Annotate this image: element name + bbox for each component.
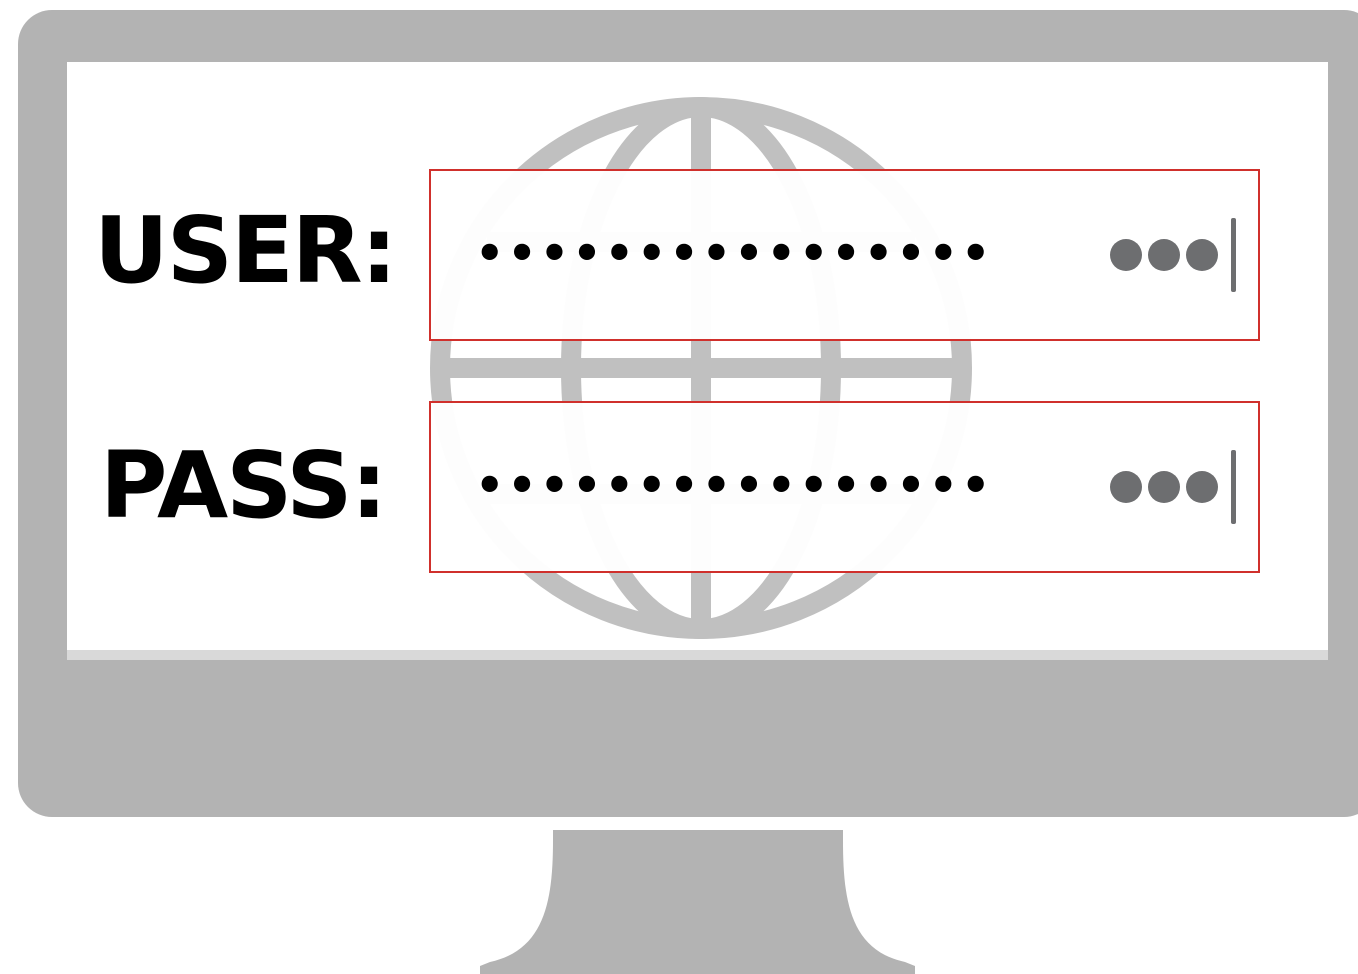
more-dots-icon (1110, 471, 1218, 503)
user-label: USER: (94, 197, 397, 304)
pass-label: PASS: (100, 432, 387, 539)
login-illustration: USER: •••••••••••••••• PASS: •••••••••••… (0, 0, 1358, 974)
screen-bottom-edge (67, 650, 1328, 660)
text-caret-icon (1231, 218, 1236, 292)
user-field[interactable]: •••••••••••••••• (429, 169, 1260, 341)
more-dots-icon (1110, 239, 1218, 271)
password-field-value: •••••••••••••••• (475, 457, 994, 512)
password-field[interactable]: •••••••••••••••• (429, 401, 1260, 573)
user-field-value: •••••••••••••••• (475, 225, 994, 280)
text-caret-icon (1231, 450, 1236, 524)
